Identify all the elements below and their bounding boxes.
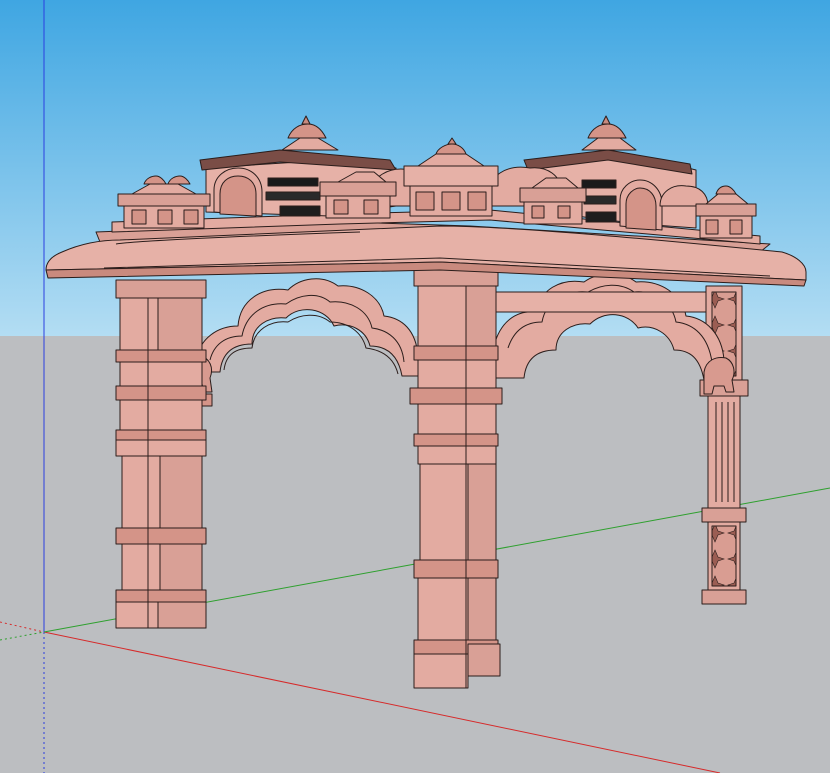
scene-canvas[interactable] [0, 0, 830, 773]
front-center-pillar[interactable] [409, 265, 503, 689]
front-left-pillar[interactable] [115, 279, 207, 629]
modeling-viewport[interactable] [0, 0, 830, 773]
